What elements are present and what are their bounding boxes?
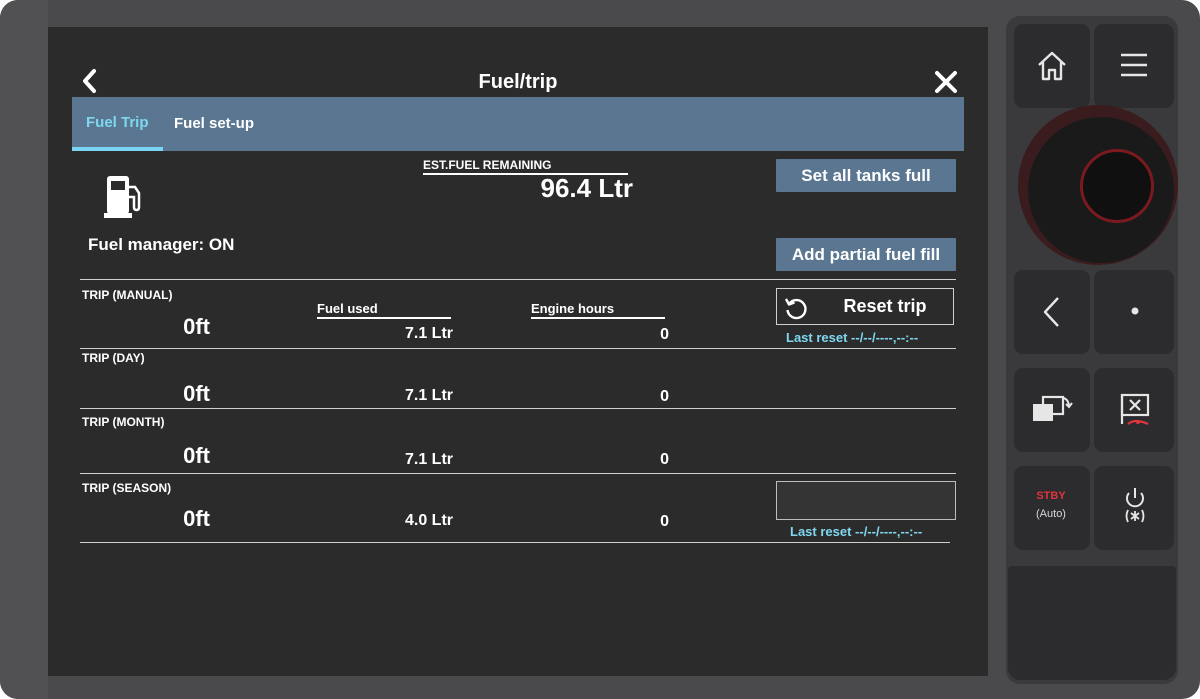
trip-manual-fuel: 7.1 Ltr: [404, 325, 453, 342]
mob-icon: [1120, 393, 1150, 426]
dot-icon: [1131, 307, 1139, 315]
stby-label: STBY: [1036, 490, 1066, 502]
menu-icon: [1121, 53, 1147, 77]
screen: Fuel/trip Fuel Trip Fuel set-up Fuel man…: [48, 27, 988, 676]
fuel-used-header: Fuel used: [317, 301, 451, 319]
home-key[interactable]: [1014, 24, 1090, 108]
trip-month-hours: 0: [660, 451, 669, 468]
power-key[interactable]: [1094, 466, 1174, 550]
divider: [80, 473, 956, 474]
set-all-tanks-full-button[interactable]: Set all tanks full: [776, 159, 956, 192]
reset-trip-label: Reset trip: [843, 296, 927, 316]
dot-key[interactable]: [1094, 270, 1174, 354]
trip-month-label: TRIP (MONTH): [82, 415, 165, 429]
trip-season-label: TRIP (SEASON): [82, 481, 172, 495]
trip-manual-label: TRIP (MANUAL): [82, 288, 173, 302]
trip-season-distance: 0ft: [183, 506, 210, 531]
bezel-left: [0, 0, 48, 699]
trip-month-distance: 0ft: [183, 443, 210, 468]
last-reset-season: Last reset --/--/----,--:--: [790, 524, 923, 539]
trip-manual-distance: 0ft: [183, 314, 210, 339]
fuel-manager-status: Fuel manager: ON: [88, 235, 235, 254]
back-key[interactable]: [1014, 270, 1090, 354]
reset-trip-button[interactable]: Reset trip: [776, 288, 954, 325]
rotary-knob-center[interactable]: [1080, 149, 1154, 223]
switch-window-icon: [1033, 395, 1073, 421]
menu-key[interactable]: [1094, 24, 1174, 108]
tab-fuel-setup[interactable]: Fuel set-up: [160, 97, 268, 151]
trip-season-hours: 0: [660, 513, 669, 530]
tab-bar: Fuel Trip Fuel set-up: [72, 97, 964, 151]
trip-month-fuel: 7.1 Ltr: [404, 451, 453, 468]
trip-day-label: TRIP (DAY): [82, 351, 145, 365]
trip-day-fuel: 7.1 Ltr: [404, 387, 453, 404]
page-title: Fuel/trip: [478, 71, 558, 93]
trip-day-distance: 0ft: [183, 381, 210, 406]
home-icon: [1038, 51, 1066, 81]
trip-manual-hours: 0: [660, 326, 669, 343]
device-frame: Fuel/trip Fuel Trip Fuel set-up Fuel man…: [0, 0, 1200, 699]
divider: [80, 348, 956, 349]
switch-window-key[interactable]: [1014, 368, 1090, 452]
est-fuel-remaining-value: 96.4 Ltr: [540, 173, 634, 203]
engine-hours-header: Engine hours: [531, 301, 665, 319]
add-partial-fuel-fill-button[interactable]: Add partial fuel fill: [776, 238, 956, 271]
reset-icon: [784, 298, 807, 320]
divider: [80, 408, 956, 409]
tab-fuel-trip[interactable]: Fuel Trip: [72, 97, 163, 151]
chevron-left-icon: [1043, 297, 1059, 327]
power-icon: [1125, 488, 1145, 523]
divider: [80, 542, 950, 543]
fuel-pump-icon: [104, 176, 141, 218]
trip-season-fuel: 4.0 Ltr: [404, 512, 453, 529]
trip-day-hours: 0: [660, 388, 669, 405]
last-reset-manual: Last reset --/--/----,--:--: [786, 330, 919, 345]
divider: [80, 279, 956, 280]
auto-label: (Auto): [1036, 508, 1066, 520]
season-reset-button[interactable]: [776, 481, 956, 520]
close-icon[interactable]: [933, 69, 959, 95]
mob-key[interactable]: [1094, 368, 1174, 452]
bottom-key[interactable]: [1008, 566, 1176, 680]
